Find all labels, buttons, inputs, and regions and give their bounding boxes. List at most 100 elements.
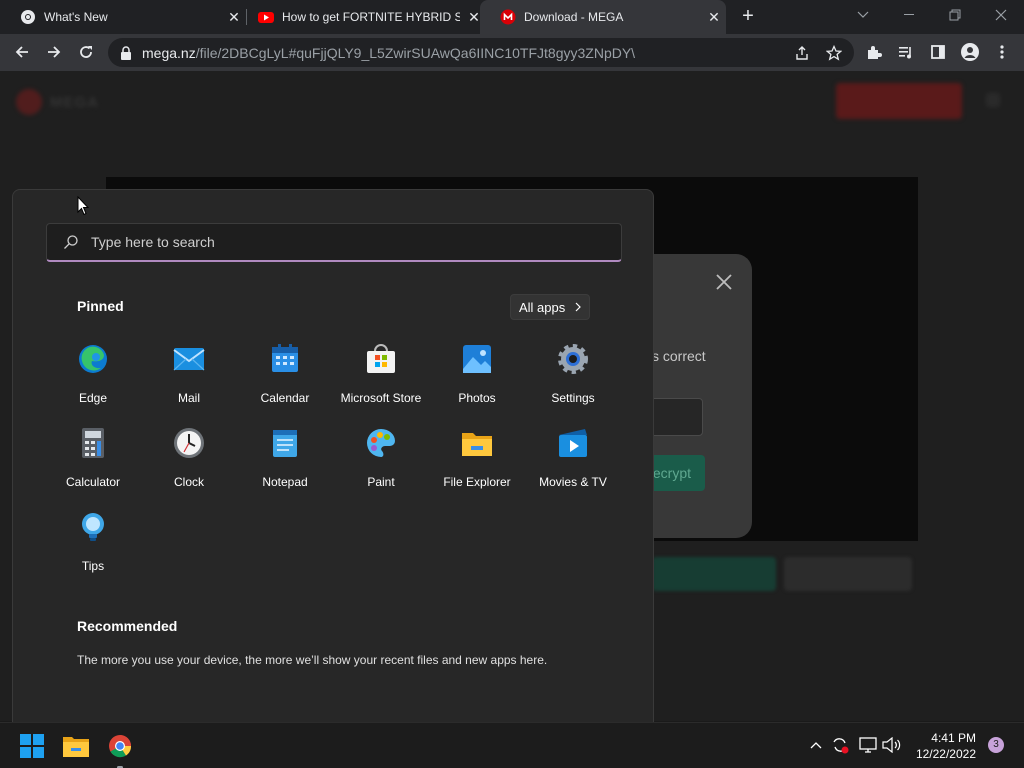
pinned-heading: Pinned: [77, 298, 124, 314]
browser-menu-icon[interactable]: [990, 40, 1014, 64]
reload-icon: [80, 46, 92, 58]
side-panel-icon[interactable]: [926, 40, 950, 64]
tab-fortnite-video[interactable]: How to get FORTNITE HYBRID SKIN ✕: [238, 0, 486, 34]
app-label: Mail: [177, 391, 200, 405]
edge-icon: [79, 345, 107, 373]
store-icon: [367, 344, 395, 373]
movies-icon: [559, 429, 587, 457]
calendar-icon: [272, 344, 298, 372]
all-apps-button[interactable]: All apps: [510, 294, 590, 320]
url-host: mega.nz: [142, 44, 196, 61]
minimize-button[interactable]: [894, 4, 924, 26]
screen: What's New ✕ How to get FORTNITE HYBRID …: [0, 0, 1024, 768]
extensions-icon[interactable]: [862, 40, 886, 64]
reload-button[interactable]: [74, 40, 98, 64]
app-settings[interactable]: Settings: [525, 343, 621, 417]
start-button[interactable]: [16, 730, 48, 762]
app-movies-tv[interactable]: Movies & TV: [525, 427, 621, 501]
download-button[interactable]: [652, 557, 776, 591]
clock-time: 4:41 PM: [931, 731, 976, 745]
restore-button[interactable]: [940, 4, 970, 26]
new-tab-button[interactable]: +: [736, 5, 760, 29]
notepad-icon: [273, 430, 297, 457]
start-menu: Type here to search Pinned All apps Edge…: [12, 189, 654, 722]
notification-badge[interactable]: 3: [988, 737, 1004, 753]
lock-icon[interactable]: [120, 45, 132, 60]
app-label: File Explorer: [443, 475, 511, 489]
start-search-box[interactable]: Type here to search: [46, 223, 622, 262]
app-tips[interactable]: Tips: [45, 511, 141, 585]
back-arrow-icon: [15, 46, 28, 58]
app-label: Movies & TV: [539, 475, 607, 489]
app-label: Clock: [173, 475, 204, 489]
chrome-icon: [109, 735, 132, 758]
browser-tab-strip: What's New ✕ How to get FORTNITE HYBRID …: [0, 0, 1024, 34]
mega-header-button[interactable]: [836, 83, 962, 119]
back-button[interactable]: [10, 40, 34, 64]
mouse-cursor-icon: [77, 196, 89, 216]
recommended-heading: Recommended: [77, 618, 178, 634]
taskbar-clock[interactable]: 4:41 PM 12/22/2022: [914, 730, 976, 762]
folder-icon: [63, 737, 89, 757]
app-label: Paint: [367, 475, 395, 489]
clock-icon: [174, 428, 204, 458]
app-edge[interactable]: Edge: [45, 343, 141, 417]
show-hidden-icons-icon[interactable]: [806, 735, 826, 755]
app-label: Calendar: [260, 391, 310, 405]
network-icon[interactable]: [858, 735, 878, 755]
bookmark-star-icon[interactable]: [824, 43, 844, 63]
app-microsoft-store[interactable]: Microsoft Store: [333, 343, 429, 417]
tab-search-icon[interactable]: [848, 4, 878, 26]
tab-whats-new[interactable]: What's New ✕: [0, 0, 247, 34]
tab-title: Download - MEGA: [524, 10, 624, 24]
app-label: Microsoft Store: [340, 391, 422, 405]
all-apps-label: All apps: [519, 299, 566, 315]
media-controls-icon[interactable]: [894, 40, 918, 64]
taskbar-file-explorer[interactable]: [60, 730, 92, 762]
tips-icon: [82, 513, 104, 541]
taskbar-chrome[interactable]: [104, 730, 136, 768]
app-notepad[interactable]: Notepad: [237, 427, 333, 501]
app-label: Tips: [81, 559, 105, 573]
search-placeholder: Type here to search: [91, 234, 215, 250]
app-calendar[interactable]: Calendar: [237, 343, 333, 417]
chevron-right-icon: [575, 302, 582, 312]
volume-icon[interactable]: [882, 735, 902, 755]
mega-menu-icon[interactable]: [986, 93, 1000, 107]
mega-logo-wordmark: MEGA: [50, 93, 99, 111]
tab-title: What's New: [44, 10, 108, 24]
close-window-button[interactable]: [986, 4, 1016, 26]
profile-avatar-icon[interactable]: [958, 40, 982, 64]
app-photos[interactable]: Photos: [429, 343, 525, 417]
app-file-explorer[interactable]: File Explorer: [429, 427, 525, 501]
app-clock[interactable]: Clock: [141, 427, 237, 501]
url-text[interactable]: mega.nz/file/2DBCgLyL#quFjjQLY9_L5ZwirSU…: [142, 45, 662, 61]
tab-mega-download[interactable]: Download - MEGA ✕: [480, 0, 726, 34]
address-bar[interactable]: mega.nz/file/2DBCgLyL#quFjjQLY9_L5ZwirSU…: [108, 38, 854, 67]
forward-button[interactable]: [42, 40, 66, 64]
save-to-mega-button[interactable]: [784, 557, 912, 591]
dialog-close-icon[interactable]: [716, 274, 732, 290]
search-icon: [64, 235, 78, 249]
mega-icon: [500, 9, 516, 25]
close-tab-icon[interactable]: ✕: [706, 9, 722, 25]
chrome-icon: [21, 10, 35, 24]
share-icon[interactable]: [792, 43, 812, 63]
mail-icon: [173, 348, 205, 371]
paint-icon: [367, 429, 395, 457]
url-path: /file/2DBCgLyL#quFjjQLY9_L5ZwirSUAwQa6II…: [195, 44, 636, 61]
tab-title: How to get FORTNITE HYBRID SKIN: [282, 10, 460, 24]
clock-date: 12/22/2022: [915, 747, 976, 761]
sync-alert-icon[interactable]: [830, 735, 850, 755]
app-label: Notepad: [262, 475, 308, 489]
calculator-icon: [82, 428, 104, 458]
app-paint[interactable]: Paint: [333, 427, 429, 501]
app-mail[interactable]: Mail: [141, 343, 237, 417]
app-label: Photos: [458, 391, 496, 405]
dialog-message-text: s correct: [652, 348, 706, 364]
app-label: Edge: [78, 391, 108, 405]
mega-logo-icon: [16, 89, 42, 115]
app-calculator[interactable]: Calculator: [45, 427, 141, 501]
browser-toolbar: mega.nz/file/2DBCgLyL#quFjjQLY9_L5ZwirSU…: [0, 34, 1024, 71]
photos-icon: [463, 345, 491, 373]
